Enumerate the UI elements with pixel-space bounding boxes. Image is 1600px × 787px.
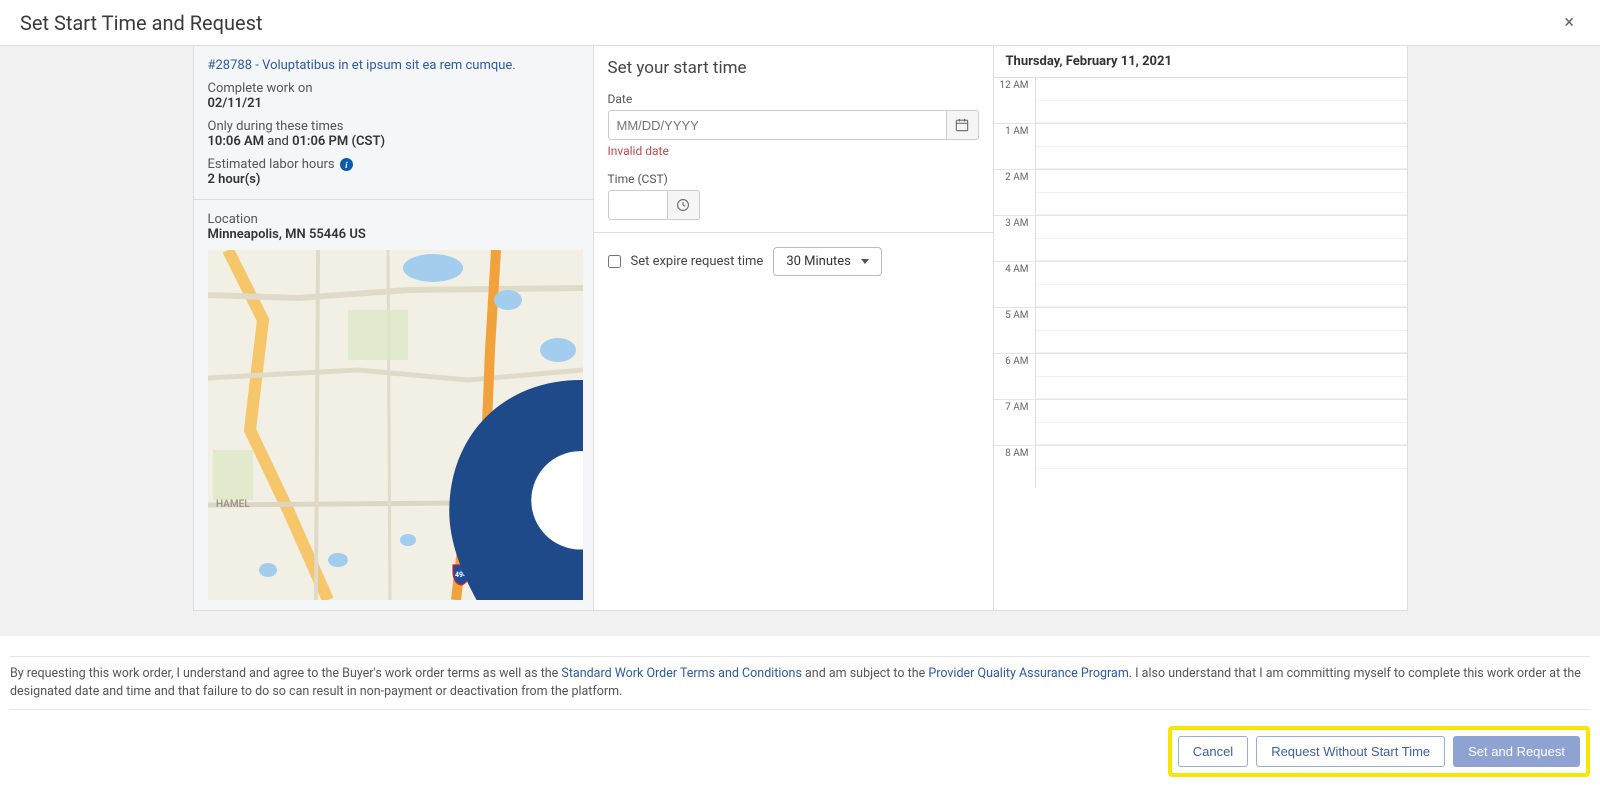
- request-without-start-button[interactable]: Request Without Start Time: [1256, 736, 1445, 767]
- hour-label: 4 AM: [994, 262, 1036, 307]
- hour-slot[interactable]: [1036, 262, 1407, 307]
- terms-link[interactable]: Standard Work Order Terms and Conditions: [561, 666, 801, 681]
- map-marker-icon: [393, 380, 583, 600]
- est-label-row: Estimated labor hours i: [208, 157, 579, 172]
- date-label: Date: [608, 92, 979, 106]
- time-window: 10:06 AM and 01:06 PM (CST): [208, 134, 579, 149]
- hour-label: 8 AM: [994, 446, 1036, 488]
- est-value: 2 hour(s): [208, 172, 579, 187]
- set-and-request-button[interactable]: Set and Request: [1453, 736, 1580, 767]
- expire-checkbox[interactable]: [608, 255, 621, 268]
- date-input[interactable]: [608, 110, 947, 140]
- hour-row[interactable]: 4 AM: [994, 262, 1407, 308]
- hour-label: 2 AM: [994, 170, 1036, 215]
- left-column: #28788 - Voluptatibus in et ipsum sit ea…: [194, 46, 594, 610]
- location-section: Location Minneapolis, MN 55446 US: [194, 200, 593, 242]
- hour-label: 12 AM: [994, 78, 1036, 123]
- expire-dropdown[interactable]: 30 Minutes: [773, 247, 882, 276]
- hour-slot[interactable]: [1036, 170, 1407, 215]
- calendar-icon[interactable]: [947, 110, 979, 140]
- wo-summary: #28788 - Voluptatibus in et ipsum sit ea…: [194, 46, 593, 199]
- hour-label: 5 AM: [994, 308, 1036, 353]
- set-start-heading: Set your start time: [608, 58, 979, 78]
- map-city-label: HAMEL: [216, 499, 250, 510]
- button-row: Cancel Request Without Start Time Set an…: [0, 722, 1600, 787]
- calendar-scroll[interactable]: 12 AM1 AM2 AM3 AM4 AM5 AM6 AM7 AM8 AM9 A…: [994, 78, 1407, 488]
- hour-slot[interactable]: [1036, 216, 1407, 261]
- hour-row[interactable]: 7 AM: [994, 400, 1407, 446]
- close-icon[interactable]: ×: [1558, 10, 1580, 35]
- hour-row[interactable]: 5 AM: [994, 308, 1407, 354]
- caret-down-icon: [861, 259, 869, 264]
- hour-slot[interactable]: [1036, 400, 1407, 445]
- time-end: 01:06 PM (CST): [292, 134, 385, 149]
- footer-text-2: and am subject to the: [802, 666, 928, 681]
- right-column: Thursday, February 11, 2021 12 AM1 AM2 A…: [994, 46, 1407, 610]
- middle-column: Set your start time Date Invalid date Ti…: [594, 46, 994, 610]
- time-start: 10:06 AM: [208, 134, 265, 149]
- modal-title: Set Start Time and Request: [20, 11, 263, 35]
- hour-label: 1 AM: [994, 124, 1036, 169]
- hour-label: 3 AM: [994, 216, 1036, 261]
- panel-container: #28788 - Voluptatibus in et ipsum sit ea…: [193, 46, 1408, 611]
- date-error: Invalid date: [608, 144, 979, 158]
- time-input-group: [608, 190, 979, 220]
- expire-value: 30 Minutes: [786, 254, 851, 269]
- expire-label: Set expire request time: [631, 254, 764, 269]
- hour-row[interactable]: 8 AM: [994, 446, 1407, 488]
- hour-row[interactable]: 2 AM: [994, 170, 1407, 216]
- footer-text-1: By requesting this work order, I underst…: [10, 666, 561, 681]
- location-value: Minneapolis, MN 55446 US: [208, 227, 579, 242]
- hour-label: 7 AM: [994, 400, 1036, 445]
- complete-label: Complete work on: [208, 81, 579, 96]
- cancel-button[interactable]: Cancel: [1178, 736, 1248, 767]
- hour-row[interactable]: 3 AM: [994, 216, 1407, 262]
- modal-header: Set Start Time and Request ×: [0, 0, 1600, 46]
- hour-slot[interactable]: [1036, 308, 1407, 353]
- hour-row[interactable]: 12 AM: [994, 78, 1407, 124]
- expire-section: Set expire request time 30 Minutes: [594, 232, 993, 290]
- workorder-link[interactable]: #28788 - Voluptatibus in et ipsum sit ea…: [208, 58, 516, 73]
- content-wrap: #28788 - Voluptatibus in et ipsum sit ea…: [0, 46, 1600, 636]
- date-input-group: [608, 110, 979, 140]
- time-and: and: [264, 134, 292, 149]
- complete-value: 02/11/21: [208, 96, 579, 111]
- clock-icon[interactable]: [668, 190, 700, 220]
- hour-row[interactable]: 6 AM: [994, 354, 1407, 400]
- footer: By requesting this work order, I underst…: [0, 636, 1600, 722]
- hour-slot[interactable]: [1036, 354, 1407, 399]
- location-label: Location: [208, 212, 579, 227]
- start-time-form: Set your start time Date Invalid date Ti…: [594, 46, 993, 232]
- only-times-label: Only during these times: [208, 119, 579, 134]
- hour-row[interactable]: 1 AM: [994, 124, 1407, 170]
- time-label: Time (CST): [608, 172, 979, 186]
- est-label: Estimated labor hours: [208, 157, 338, 172]
- quality-link[interactable]: Provider Quality Assurance Program: [928, 666, 1128, 681]
- hour-slot[interactable]: [1036, 78, 1407, 123]
- hour-label: 6 AM: [994, 354, 1036, 399]
- info-icon[interactable]: i: [340, 158, 353, 171]
- hour-slot[interactable]: [1036, 446, 1407, 488]
- day-header: Thursday, February 11, 2021: [994, 46, 1407, 78]
- map[interactable]: 494 HAMEL: [208, 250, 583, 600]
- hour-slot[interactable]: [1036, 124, 1407, 169]
- time-input[interactable]: [608, 190, 668, 220]
- action-highlight: Cancel Request Without Start Time Set an…: [1168, 726, 1590, 777]
